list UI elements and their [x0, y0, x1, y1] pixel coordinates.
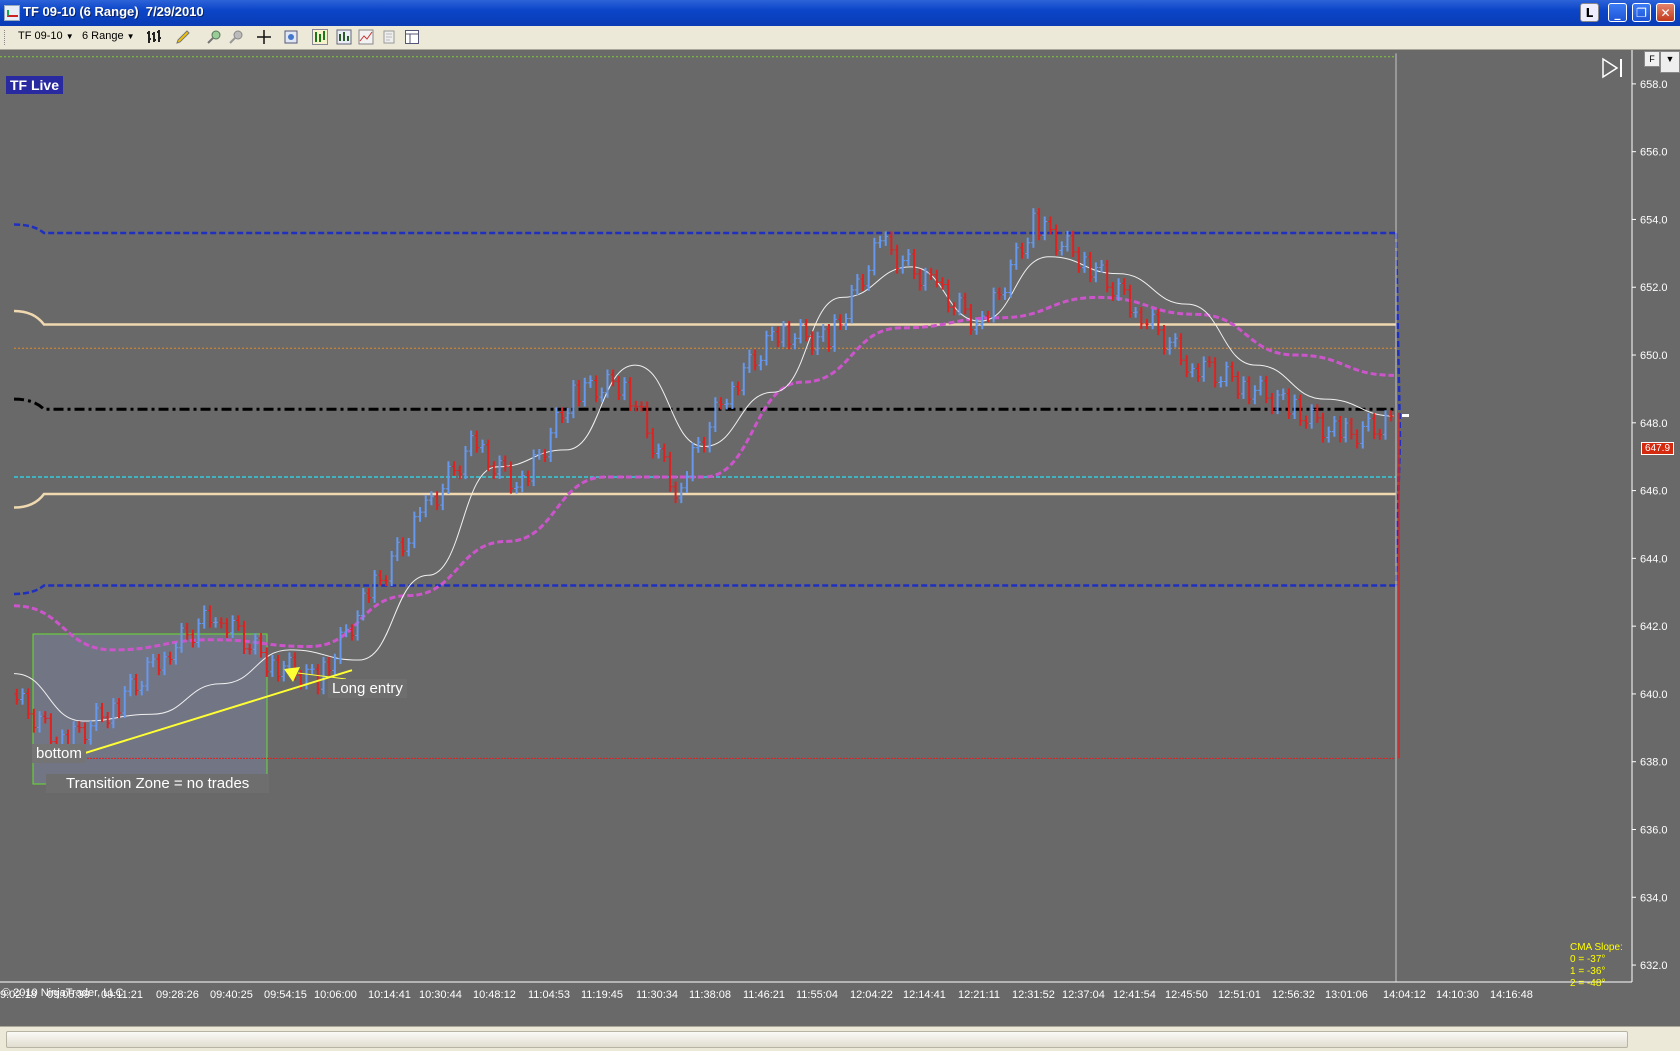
close-button[interactable]: ✕ — [1656, 3, 1675, 22]
zoom-in-icon[interactable] — [206, 29, 222, 45]
live-label: TF Live — [6, 76, 64, 94]
x-tick-label: 09:40:25 — [210, 989, 253, 1001]
x-tick-label: 12:14:41 — [903, 989, 946, 1001]
x-tick-label: 12:56:32 — [1272, 989, 1315, 1001]
x-tick-label: 12:31:52 — [1012, 989, 1055, 1001]
level-line-0 — [13, 223, 1396, 235]
x-tick-label: 13:01:06 — [1325, 989, 1368, 1001]
x-tick-label: 11:55:04 — [796, 989, 838, 1001]
chart-trader-icon[interactable] — [312, 29, 328, 45]
y-tick-label: 642.0 — [1640, 621, 1668, 633]
chevron-down-icon: ▼ — [126, 32, 135, 41]
data-box-icon[interactable] — [283, 29, 299, 45]
y-tick-label: 650.0 — [1640, 350, 1668, 362]
horizontal-scrollbar[interactable] — [0, 1026, 1680, 1051]
x-tick-label: 11:30:34 — [636, 989, 678, 1001]
y-tick-label: 636.0 — [1640, 824, 1668, 836]
x-tick-label: 14:16:48 — [1490, 989, 1533, 1001]
x-tick-label: 11:46:21 — [743, 989, 785, 1001]
properties-icon[interactable] — [381, 29, 397, 45]
cma-slope-line-0: 0 = -37° — [1570, 954, 1606, 965]
y-tick-label: 654.0 — [1640, 214, 1668, 226]
scroll-to-end-icon[interactable] — [1600, 57, 1624, 79]
panel-f-button[interactable]: F — [1644, 51, 1660, 67]
instrument-selector[interactable]: TF 09-10 ▼ — [18, 30, 74, 42]
x-tick-label: 12:04:22 — [850, 989, 893, 1001]
chart-toolbar: TF 09-10 ▼ 6 Range ▼ — [0, 26, 1680, 50]
x-tick-label: 14:10:30 — [1436, 989, 1479, 1001]
long-entry-label: Long entry — [328, 679, 407, 698]
entry-arrow-head — [284, 667, 300, 682]
y-tick-label: 648.0 — [1640, 418, 1668, 430]
bar-style-icon[interactable] — [146, 29, 162, 45]
y-tick-label: 638.0 — [1640, 757, 1668, 769]
y-tick-label: 652.0 — [1640, 282, 1668, 294]
minimize-button[interactable]: _ — [1608, 3, 1627, 22]
link-button[interactable]: L — [1580, 3, 1599, 22]
cma-slope-line-1: 1 = -36° — [1570, 966, 1606, 977]
y-tick-label: 640.0 — [1640, 689, 1668, 701]
level-line-4 — [13, 584, 1396, 596]
last-price-marker — [1402, 414, 1409, 418]
cma-slope-line-2: 2 = -48° — [1570, 978, 1606, 989]
slow-average-line — [13, 295, 1395, 652]
title-bar: TF 09-10 (6 Range) 7/29/2010 L _ ❐ ✕ — [0, 0, 1680, 26]
x-tick-label: 09:28:26 — [156, 989, 199, 1001]
zoom-out-icon[interactable] — [228, 29, 244, 45]
period-label: 6 Range — [82, 30, 124, 42]
x-tick-label: 10:30:44 — [419, 989, 462, 1001]
maximize-button[interactable]: ❐ — [1632, 3, 1651, 22]
x-tick-label: 14:04:12 — [1383, 989, 1426, 1001]
y-tick-label: 658.0 — [1640, 79, 1668, 91]
current-price-badge: 647.9 — [1641, 442, 1675, 455]
y-tick-label: 644.0 — [1640, 553, 1668, 565]
crosshair-icon[interactable] — [256, 29, 272, 45]
panel-f-glyph: F — [1649, 54, 1655, 64]
drawing-tool-icon[interactable] — [175, 29, 191, 45]
chevron-down-icon: ▼ — [1665, 54, 1675, 64]
x-tick-label: 09:54:15 — [264, 989, 307, 1001]
x-tick-label: 12:37:04 — [1062, 989, 1105, 1001]
bottom-label: bottom — [32, 744, 86, 763]
indicators-icon[interactable] — [358, 29, 374, 45]
price-chart-canvas[interactable]: 658.0 656.0 654.0 652.0 650.0 648.0 646.0 644.0… — [0, 50, 1680, 1026]
y-tick-label: 632.0 — [1640, 960, 1668, 972]
level-line-2 — [13, 397, 1396, 411]
x-tick-label: 11:38:08 — [689, 989, 731, 1001]
level-line-3 — [13, 492, 1396, 509]
strategies-icon[interactable] — [336, 29, 352, 45]
panel-icon[interactable] — [404, 29, 420, 45]
period-selector[interactable]: 6 Range ▼ — [82, 30, 135, 42]
x-tick-label: 10:14:41 — [368, 989, 411, 1001]
x-tick-label: 11:19:45 — [581, 989, 623, 1001]
x-tick-label: 11:04:53 — [528, 989, 570, 1001]
x-tick-label: 12:51:01 — [1218, 989, 1261, 1001]
x-tick-label: 10:06:00 — [314, 989, 357, 1001]
x-tick-label: 10:48:12 — [473, 989, 516, 1001]
y-tick-label: 656.0 — [1640, 147, 1668, 159]
scrollbar-thumb[interactable] — [6, 1031, 1628, 1048]
panel-menu-button[interactable]: ▼ — [1660, 51, 1680, 73]
chevron-down-icon: ▼ — [65, 32, 74, 41]
price-chart[interactable]: 658.0 656.0 654.0 652.0 650.0 648.0 646.0 644.0… — [0, 50, 1680, 1026]
y-tick-label: 634.0 — [1640, 892, 1668, 904]
toolbar-grip — [4, 30, 8, 45]
cma-slope-readout: CMA Slope: 0 = -37° 1 = -36° 2 = -48° — [1570, 942, 1623, 990]
x-tick-label: 12:45:50 — [1165, 989, 1208, 1001]
window-title: TF 09-10 (6 Range) 7/29/2010 — [23, 4, 204, 19]
x-tick-label: 12:21:11 — [958, 989, 1000, 1001]
x-tick-label: 12:41:54 — [1113, 989, 1156, 1001]
cma-slope-title: CMA Slope: — [1570, 942, 1623, 953]
transition-zone-label: Transition Zone = no trades — [46, 774, 270, 793]
instrument-label: TF 09-10 — [18, 30, 63, 42]
y-tick-label: 646.0 — [1640, 486, 1668, 498]
copyright-text: © 2010 NinjaTrader, LLC — [2, 987, 124, 999]
chart-app-icon — [4, 5, 20, 21]
